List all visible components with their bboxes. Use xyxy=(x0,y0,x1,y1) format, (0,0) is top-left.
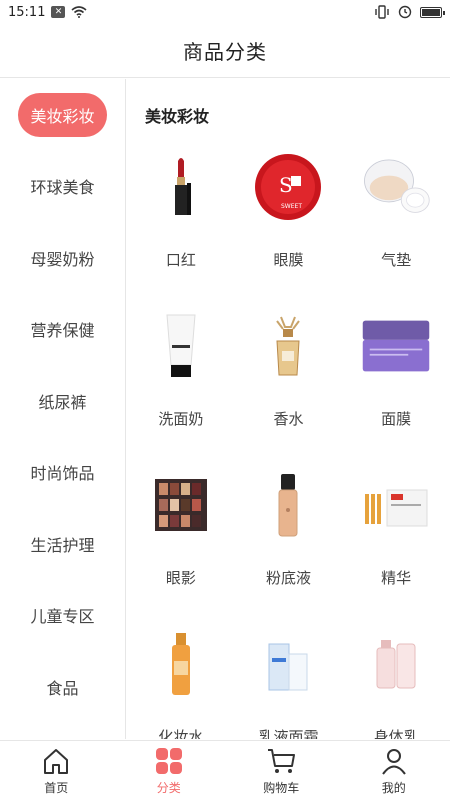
bottom-nav: 首页 分类 购物车 我的 xyxy=(0,740,450,800)
lotion-image xyxy=(253,624,323,704)
lipstick-image xyxy=(146,147,216,227)
nav-label: 我的 xyxy=(381,781,406,795)
nav-label: 分类 xyxy=(156,781,181,795)
product-label: 精华 xyxy=(381,569,412,587)
sidebar-item-kids[interactable]: 儿童专区 xyxy=(0,580,125,652)
product-label: 眼影 xyxy=(165,569,196,587)
product-item-serum[interactable]: 精华 xyxy=(342,457,450,616)
product-item-eyeshadow[interactable]: 眼影 xyxy=(127,457,235,616)
page-title: 商品分类 xyxy=(183,40,267,64)
nav-cart[interactable]: 购物车 xyxy=(225,741,338,800)
serum-ampoules-image xyxy=(361,465,431,545)
cleanser-tube-image xyxy=(146,306,216,386)
eyeshadow-palette-image xyxy=(146,465,216,545)
product-item-lotion[interactable]: 乳液面霜 xyxy=(235,616,343,739)
nav-label: 首页 xyxy=(44,781,69,795)
product-item-body-lotion[interactable]: 身体乳 xyxy=(342,616,450,739)
sidebar-item-label: 生活护理 xyxy=(30,535,95,555)
foundation-bottle-image xyxy=(253,465,323,545)
product-label: 化妆水 xyxy=(158,728,204,739)
profile-icon xyxy=(378,745,410,777)
sidebar-item-food[interactable]: 食品 xyxy=(0,651,125,723)
vibrate-icon xyxy=(375,5,389,19)
product-label: 洗面奶 xyxy=(158,410,204,428)
product-item-cushion[interactable]: 气垫 xyxy=(342,139,450,298)
category-sidebar: 美妆彩妆 环球美食 母婴奶粉 营养保健 纸尿裤 时尚饰品 生活护理 儿童专区 食… xyxy=(0,79,126,739)
product-label: 粉底液 xyxy=(265,569,311,587)
sidebar-item-label: 儿童专区 xyxy=(30,607,95,627)
product-label: 口红 xyxy=(165,251,196,269)
sidebar-item-label: 食品 xyxy=(46,678,79,698)
sidebar-item-label: 时尚饰品 xyxy=(30,464,95,484)
product-grid: 口红 S SWEET 眼膜 气垫 洗面奶 香水 面膜 眼影 粉底液 精华 化妆水… xyxy=(127,139,450,739)
product-item-toner[interactable]: 化妆水 xyxy=(127,616,235,739)
product-item-cleanser[interactable]: 洗面奶 xyxy=(127,298,235,457)
nav-label: 购物车 xyxy=(263,781,300,795)
battery-icon xyxy=(420,6,445,18)
product-item-foundation[interactable]: 粉底液 xyxy=(235,457,343,616)
cushion-compact-image xyxy=(361,147,431,227)
nav-profile[interactable]: 我的 xyxy=(338,741,450,800)
product-label: 乳液面霜 xyxy=(258,728,319,739)
sidebar-item-label: 美妆彩妆 xyxy=(18,92,107,137)
eye-mask-image: S SWEET xyxy=(253,147,323,227)
sidebar-item-personal-care[interactable]: 生活护理 xyxy=(0,508,125,580)
nav-home[interactable]: 首页 xyxy=(0,741,113,800)
perfume-bottle-image xyxy=(253,306,323,386)
body-lotion-image xyxy=(361,624,431,704)
sidebar-item-label: 母婴奶粉 xyxy=(30,249,95,269)
category-content: 美妆彩妆 口红 S SWEET 眼膜 气垫 洗面奶 香水 面膜 眼影 粉底液 精… xyxy=(127,79,450,739)
product-label: 眼膜 xyxy=(273,251,304,269)
home-icon xyxy=(40,745,72,777)
x-box-icon: ✕ xyxy=(51,6,66,18)
sidebar-item-label: 环球美食 xyxy=(30,178,95,198)
sidebar-item-accessories[interactable]: 时尚饰品 xyxy=(0,437,125,509)
sidebar-item-global-food[interactable]: 环球美食 xyxy=(0,151,125,223)
svg-text:SWEET: SWEET xyxy=(281,203,302,210)
toner-bottle-image xyxy=(146,624,216,704)
alarm-icon xyxy=(398,5,412,19)
sidebar-item-label: 营养保健 xyxy=(30,321,95,341)
product-item-face-mask[interactable]: 面膜 xyxy=(342,298,450,457)
product-label: 香水 xyxy=(273,410,304,428)
product-label: 面膜 xyxy=(381,410,412,428)
sidebar-item-nutrition[interactable]: 营养保健 xyxy=(0,294,125,366)
nav-category[interactable]: 分类 xyxy=(113,741,226,800)
header: 商品分类 xyxy=(0,24,450,78)
section-title: 美妆彩妆 xyxy=(145,107,210,126)
product-item-perfume[interactable]: 香水 xyxy=(235,298,343,457)
sidebar-item-makeup[interactable]: 美妆彩妆 xyxy=(0,79,125,151)
status-bar: 15:11 ✕ xyxy=(0,0,450,24)
svg-text:S: S xyxy=(279,173,293,197)
face-mask-jar-image xyxy=(361,306,431,386)
wifi-icon xyxy=(71,6,87,18)
category-icon xyxy=(153,745,185,777)
product-label: 气垫 xyxy=(381,251,412,269)
product-item-eye-mask[interactable]: S SWEET 眼膜 xyxy=(235,139,343,298)
sidebar-item-diapers[interactable]: 纸尿裤 xyxy=(0,365,125,437)
sidebar-item-baby-formula[interactable]: 母婴奶粉 xyxy=(0,222,125,294)
product-item-lipstick[interactable]: 口红 xyxy=(127,139,235,298)
sidebar-item-label: 纸尿裤 xyxy=(38,392,87,412)
status-time: 15:11 xyxy=(8,4,46,20)
cart-icon xyxy=(265,745,297,777)
product-label: 身体乳 xyxy=(373,728,419,739)
